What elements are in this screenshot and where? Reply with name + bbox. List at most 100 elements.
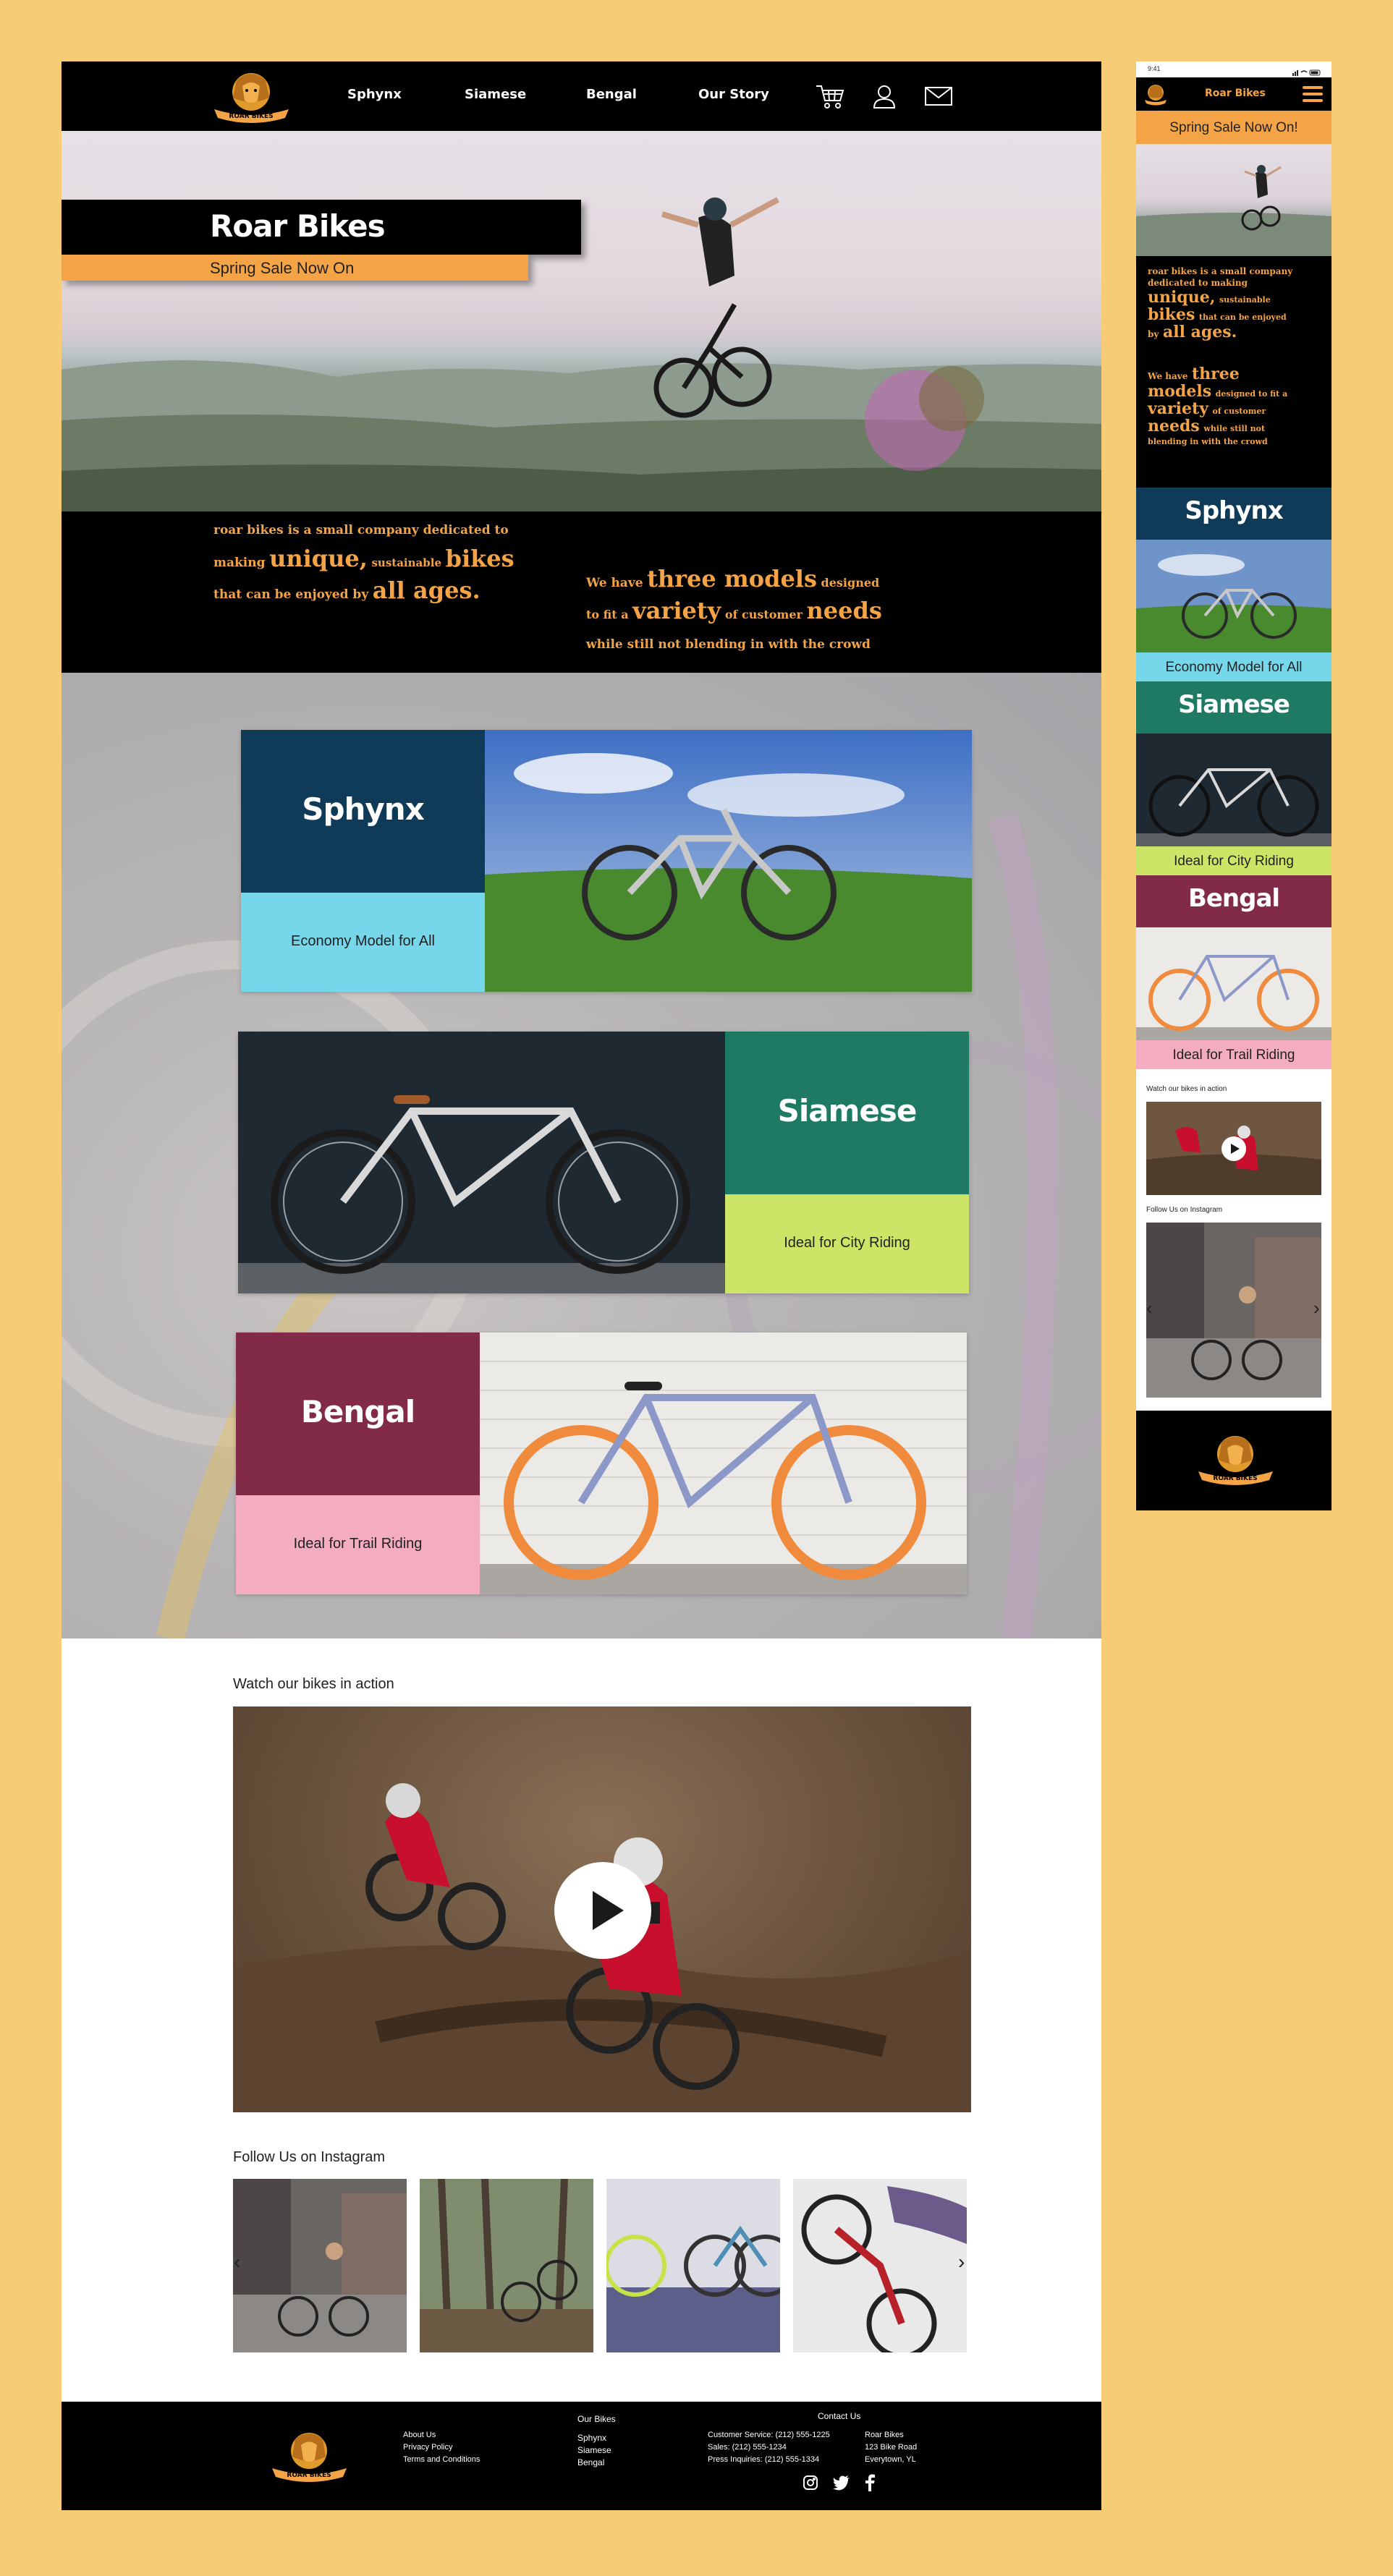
footer-link-siamese[interactable]: Siamese — [577, 2444, 611, 2457]
instagram-icon[interactable] — [803, 2475, 818, 2491]
intro-word: to fit a — [586, 608, 629, 621]
hero-banner: Roar Bikes Spring Sale Now On — [62, 131, 1101, 511]
mobile-intro-emphasis: models — [1148, 382, 1212, 401]
mobile-nav: Roar Bikes — [1136, 77, 1331, 111]
instagram-prev-button[interactable]: ‹ — [234, 2250, 240, 2274]
intro-word: sustainable — [371, 556, 441, 569]
mobile-instagram-next-button[interactable]: › — [1313, 1297, 1320, 1319]
hero-title: Roar Bikes — [210, 208, 386, 244]
bike-tagline-siamese: Ideal for City Riding — [784, 1235, 910, 1251]
mail-icon[interactable] — [923, 82, 954, 111]
hamburger-menu-icon[interactable] — [1303, 85, 1323, 103]
bike-name-box: Bengal — [236, 1332, 480, 1495]
footer-link-terms[interactable]: Terms and Conditions — [403, 2454, 480, 2466]
footer-link-bengal[interactable]: Bengal — [577, 2457, 604, 2469]
mobile-bike-name-bengal[interactable]: Bengal — [1136, 875, 1331, 927]
bike-tag-box: Ideal for City Riding — [725, 1194, 969, 1293]
footer-logo[interactable]: ROAR BIKES — [268, 2426, 351, 2484]
instagram-photo[interactable] — [793, 2179, 967, 2352]
mobile-intro-word: that can be enjoyed — [1198, 313, 1287, 322]
mobile-bike-name: Bengal — [1187, 884, 1280, 913]
intro-right-line3: while still not blending in with the cro… — [586, 637, 871, 652]
mobile-intro-line: unique, sustainable — [1148, 288, 1271, 307]
intro-emphasis: all ages. — [372, 577, 480, 604]
facebook-icon[interactable] — [865, 2474, 875, 2491]
mobile-intro-emphasis: all ages. — [1162, 323, 1237, 341]
mobile-intro-line: We have three — [1148, 365, 1240, 383]
bike-card-bengal[interactable]: Bengal Ideal for Trail Riding — [236, 1332, 967, 1594]
mobile-instagram-photo[interactable] — [1146, 1223, 1321, 1398]
video-section-label: Watch our bikes in action — [233, 1676, 394, 1692]
mobile-footer: ROAR BIKES — [1136, 1411, 1331, 1510]
hero-title-box: Roar Bikes — [62, 200, 581, 255]
mobile-sphynx-image — [1136, 540, 1331, 652]
instagram-photo[interactable] — [420, 2179, 593, 2352]
mobile-bike-name: Sphynx — [1185, 496, 1283, 525]
bike-tag-box: Ideal for Trail Riding — [236, 1495, 480, 1594]
mobile-intro: roar bikes is a small company dedicated … — [1136, 256, 1331, 488]
status-time: 9:41 — [1148, 65, 1161, 72]
mobile-bike-tagline: Ideal for City Riding — [1174, 854, 1294, 869]
bike-name-box: Siamese — [725, 1032, 969, 1194]
cart-icon[interactable] — [814, 82, 846, 111]
mobile-video-label: Watch our bikes in action — [1146, 1085, 1227, 1093]
footer-logo-text: ROAR BIKES — [287, 2472, 331, 2479]
footer-contact-heading: Contact Us — [818, 2411, 861, 2421]
nav-sphynx[interactable]: Sphynx — [347, 87, 402, 102]
intro-word: that can be enjoyed by — [213, 587, 369, 602]
top-nav: ROAR BIKES Sphynx Siamese Bengal Our Sto… — [62, 61, 1101, 131]
mobile-bike-name-sphynx[interactable]: Sphynx — [1136, 488, 1331, 540]
mobile-intro-word: designed to fit a — [1215, 389, 1288, 399]
nav-our-story[interactable]: Our Story — [698, 87, 769, 102]
mobile-intro-emphasis: variety — [1148, 399, 1208, 418]
mobile-bike-tag-sphynx: Economy Model for All — [1136, 652, 1331, 681]
nav-siamese[interactable]: Siamese — [465, 87, 526, 102]
intro-word: designed — [821, 576, 880, 590]
mobile-instagram-prev-button[interactable]: ‹ — [1146, 1297, 1153, 1319]
bike-tag-box: Economy Model for All — [241, 893, 485, 992]
mobile-intro-word: while still not — [1203, 424, 1266, 433]
mobile-intro-word: by — [1148, 329, 1159, 339]
footer-address-line: Roar Bikes — [865, 2431, 904, 2439]
bengal-bike-image — [480, 1332, 967, 1594]
status-bar: 9:41 — [1136, 61, 1331, 77]
battery-icon — [1292, 67, 1321, 76]
mobile-footer-logo[interactable]: ROAR BIKES — [1194, 1429, 1277, 1487]
video-player[interactable] — [233, 1706, 971, 2112]
logo-text: ROAR BIKES — [229, 113, 273, 120]
instagram-section-label: Follow Us on Instagram — [233, 2149, 386, 2165]
mobile-bike-name: Siamese — [1178, 690, 1290, 719]
sphynx-bike-image — [485, 730, 972, 992]
nav-bengal[interactable]: Bengal — [586, 87, 637, 102]
mobile-bike-name-siamese[interactable]: Siamese — [1136, 681, 1331, 734]
mobile-logo[interactable] — [1143, 82, 1168, 106]
instagram-photo[interactable] — [606, 2179, 780, 2352]
intro-right-line2: to fit a variety of customer needs — [586, 597, 882, 624]
twitter-icon[interactable] — [833, 2475, 850, 2491]
mobile-intro-word: sustainable — [1219, 295, 1271, 305]
footer-link-privacy[interactable]: Privacy Policy — [403, 2441, 452, 2454]
bike-name-sphynx: Sphynx — [302, 791, 425, 827]
mobile-sale-text: Spring Sale Now On! — [1169, 120, 1298, 135]
mobile-sale-banner: Spring Sale Now On! — [1136, 111, 1331, 144]
footer-link-sphynx[interactable]: Sphynx — [577, 2432, 606, 2444]
instagram-photo[interactable] — [233, 2179, 407, 2352]
user-icon[interactable] — [868, 82, 900, 111]
intro-emphasis: three models — [647, 565, 817, 592]
mobile-intro-word: We have — [1148, 371, 1188, 381]
intro-left-line3: that can be enjoyed by all ages. — [213, 577, 480, 604]
mobile-page: 9:41 Roar Bikes Spring Sale Now On! roar… — [1136, 61, 1331, 1510]
intro-left-line2: making unique, sustainable bikes — [213, 545, 515, 572]
mobile-bike-tagline: Economy Model for All — [1165, 660, 1303, 675]
play-button[interactable] — [554, 1862, 651, 1959]
logo[interactable]: ROAR BIKES — [210, 66, 293, 127]
desktop-page: ROAR BIKES Sphynx Siamese Bengal Our Sto… — [62, 61, 1101, 2510]
bike-card-siamese[interactable]: Siamese Ideal for City Riding — [238, 1032, 969, 1293]
bike-card-sphynx[interactable]: Sphynx Economy Model for All — [241, 730, 972, 992]
mobile-play-button[interactable] — [1221, 1136, 1246, 1161]
mobile-bike-tag-bengal: Ideal for Trail Riding — [1136, 1040, 1331, 1069]
intro-word: of customer — [724, 608, 803, 621]
instagram-next-button[interactable]: › — [958, 2250, 965, 2274]
mobile-video-player[interactable] — [1146, 1102, 1321, 1195]
footer-link-about[interactable]: About Us — [403, 2429, 436, 2441]
